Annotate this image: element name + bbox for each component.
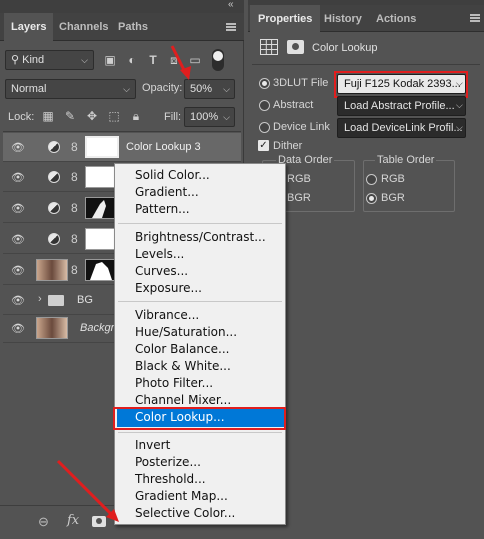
arrow-to-adjustment-button bbox=[56, 459, 119, 522]
arrow-to-opacity bbox=[170, 45, 191, 80]
annotation-overlay bbox=[56, 45, 191, 522]
